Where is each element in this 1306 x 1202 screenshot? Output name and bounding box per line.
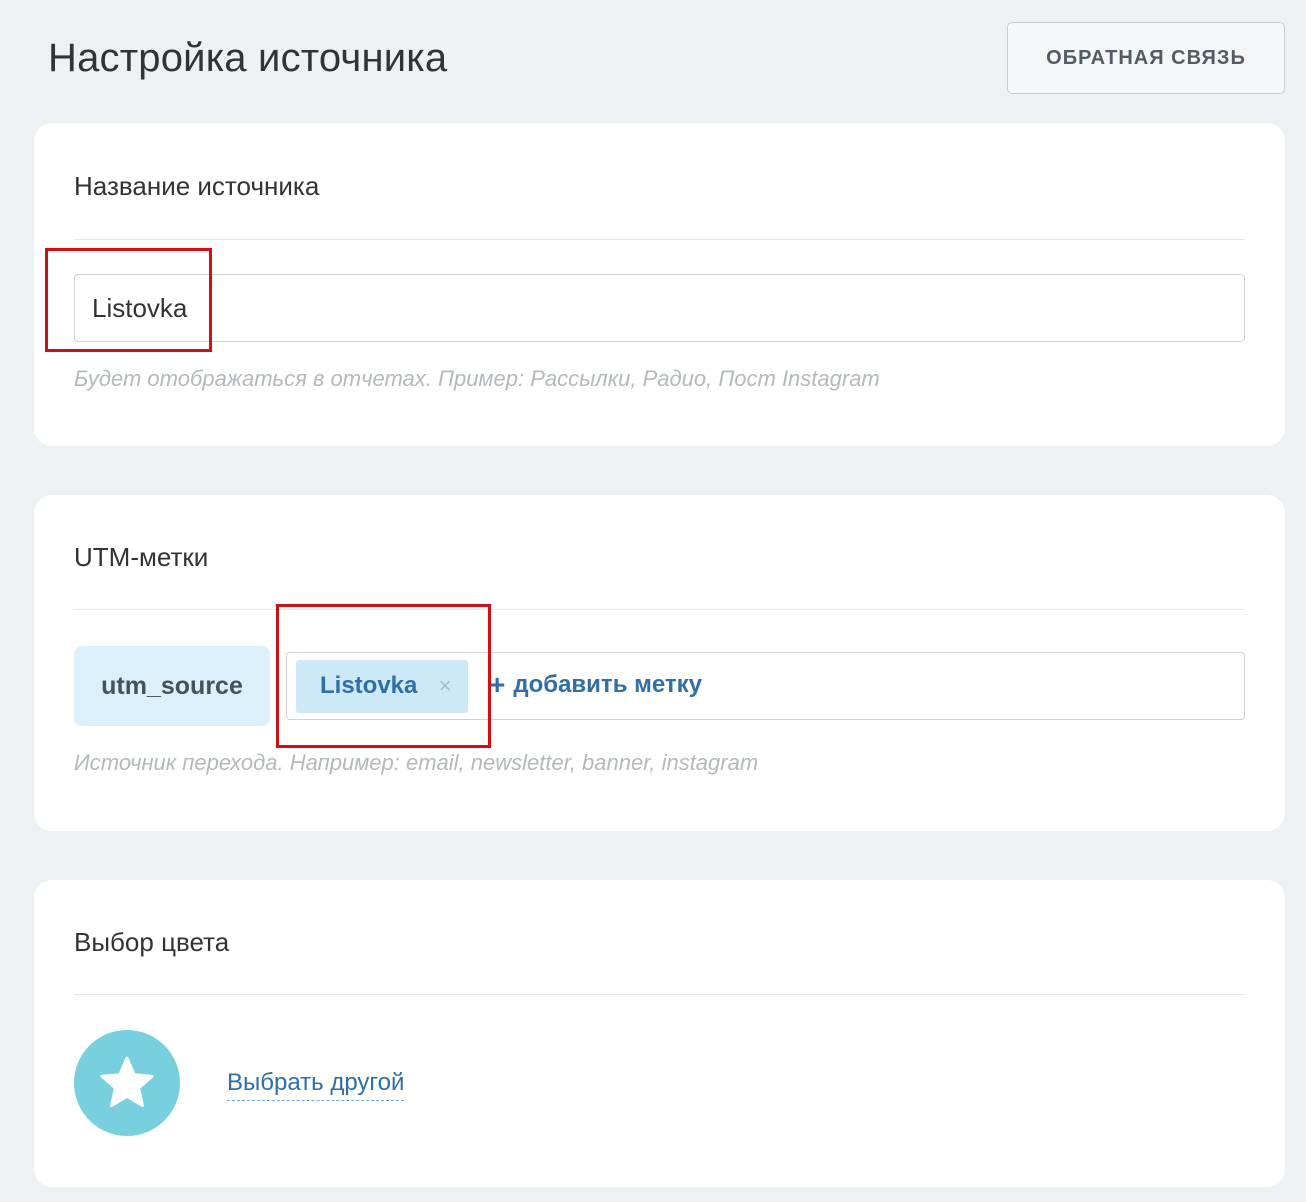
utm-hint: Источник перехода. Например: email, news… (74, 750, 759, 775)
page: Настройка источника ОБРАТНАЯ СВЯЗЬ Назва… (0, 0, 1306, 1202)
utm-card: UTM-метки utm_source Listovka × + добави… (34, 495, 1285, 831)
divider (74, 994, 1245, 995)
utm-tag: Listovka × (296, 660, 468, 713)
divider (74, 609, 1245, 610)
star-icon (100, 1056, 154, 1108)
pick-other-color-link[interactable]: Выбрать другой (227, 1069, 405, 1101)
utm-tag-label: Listovka (320, 672, 418, 699)
source-name-input[interactable] (74, 274, 1245, 342)
source-name-card: Название источника Будет отображаться в … (34, 123, 1285, 446)
utm-param-label: utm_source (74, 646, 270, 726)
source-name-hint: Будет отображаться в отчетах. Пример: Ра… (74, 366, 880, 391)
utm-title: UTM-метки (74, 542, 209, 572)
plus-icon: + (489, 669, 506, 700)
source-name-title: Название источника (74, 171, 320, 201)
color-title: Выбор цвета (74, 927, 230, 957)
add-tag-label: добавить метку (513, 671, 703, 698)
remove-tag-icon[interactable]: × (435, 672, 455, 700)
divider (74, 239, 1245, 240)
color-card: Выбор цвета Выбрать другой (34, 880, 1285, 1187)
utm-tags-input[interactable]: Listovka × + добавить метку (286, 652, 1245, 720)
selected-color-swatch[interactable] (74, 1030, 180, 1136)
add-tag-button[interactable]: + добавить метку (489, 671, 702, 699)
page-title: Настройка источника (48, 36, 448, 80)
feedback-button[interactable]: ОБРАТНАЯ СВЯЗЬ (1007, 22, 1285, 94)
